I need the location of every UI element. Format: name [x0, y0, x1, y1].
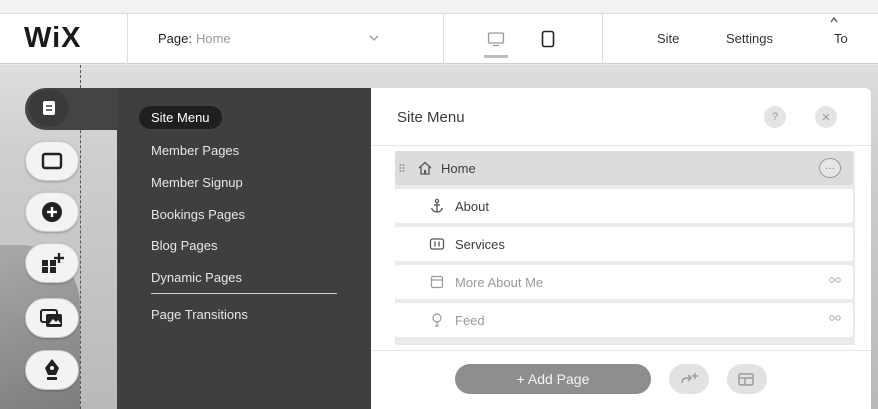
pages-category-menu: Site Menu Member Pages Member Signup Boo…: [117, 88, 371, 409]
add-link-icon: [681, 373, 698, 384]
close-button[interactable]: ✕: [815, 106, 837, 128]
add-folder-icon: [738, 373, 754, 386]
add-apps-button[interactable]: [25, 243, 79, 283]
services-icon: [429, 238, 445, 250]
menu-item-blog-pages[interactable]: Blog Pages: [151, 238, 218, 253]
page-name: Services: [455, 237, 505, 252]
pages-list: Home ··· About Services More About Me Fe…: [395, 151, 855, 345]
page-name: More About Me: [455, 275, 544, 290]
mobile-icon: [541, 30, 555, 47]
hidden-eye-icon: [829, 277, 841, 283]
add-page-button[interactable]: + Add Page: [455, 364, 651, 394]
blog-icon: [45, 359, 59, 380]
add-link-button[interactable]: [669, 364, 709, 394]
desktop-view-button[interactable]: [482, 14, 510, 64]
add-folder-button[interactable]: [727, 364, 767, 394]
menu-item-member-pages[interactable]: Member Pages: [151, 143, 239, 158]
feed-icon: [432, 313, 442, 327]
pages-icon: [43, 101, 55, 115]
site-menu-panel: Site Menu ? ✕ Home ··· About Services Mo…: [371, 88, 871, 409]
background-button[interactable]: [25, 141, 79, 181]
menu-item-page-transitions[interactable]: Page Transitions: [151, 307, 248, 322]
desktop-icon: [487, 31, 505, 46]
help-icon: ?: [771, 111, 779, 123]
page-actions-button[interactable]: ···: [819, 158, 841, 178]
menu-item-bookings-pages[interactable]: Bookings Pages: [151, 207, 245, 222]
page-row-services[interactable]: Services: [395, 227, 853, 261]
page-row-home[interactable]: Home ···: [395, 151, 853, 185]
top-menu: Site Settings To: [602, 13, 848, 64]
page-icon: [430, 275, 444, 289]
page-row-more-about-me[interactable]: More About Me: [395, 265, 853, 299]
hidden-eye-icon: [829, 315, 841, 321]
blog-button[interactable]: [25, 350, 79, 390]
page-name: About: [455, 199, 489, 214]
page-selector-label: Page:: [158, 31, 192, 46]
panel-title: Site Menu: [397, 109, 465, 126]
mobile-view-button[interactable]: [534, 14, 562, 64]
pages-button[interactable]: [29, 90, 69, 126]
panel-footer-divider: [371, 350, 871, 351]
panel-header-divider: [371, 145, 871, 146]
help-button[interactable]: ?: [764, 106, 786, 128]
left-tool-rail: [17, 80, 117, 409]
page-row-about[interactable]: About: [395, 189, 853, 223]
browser-top-strip: [0, 0, 878, 14]
add-apps-icon: [42, 253, 64, 273]
menu-item-member-signup[interactable]: Member Signup: [151, 175, 243, 190]
page-name: Feed: [455, 313, 485, 328]
anchor-icon: [430, 198, 444, 213]
media-icon: [40, 309, 62, 327]
background-icon: [41, 152, 63, 170]
wix-logo[interactable]: WiX: [0, 13, 128, 64]
menu-item-dynamic-pages[interactable]: Dynamic Pages: [151, 270, 242, 285]
page-name: Home: [441, 161, 476, 176]
add-button[interactable]: [25, 192, 79, 232]
menu-site[interactable]: Site: [602, 13, 722, 64]
page-row-feed[interactable]: Feed: [395, 303, 853, 337]
media-button[interactable]: [25, 298, 79, 338]
collapse-caret-icon[interactable]: [829, 16, 839, 24]
drag-handle-icon[interactable]: [399, 163, 405, 173]
editor-top-bar: WiX Page: Home Site Settings To: [0, 13, 878, 64]
menu-item-site-menu[interactable]: Site Menu: [139, 106, 222, 129]
add-icon: [42, 202, 62, 222]
page-selector-value: Home: [195, 31, 231, 46]
more-icon: ···: [825, 162, 835, 174]
page-selector[interactable]: Page: Home: [128, 13, 444, 64]
chevron-down-icon: [369, 35, 379, 41]
close-icon: ✕: [821, 111, 831, 124]
device-switcher: [482, 14, 562, 64]
home-icon: [418, 161, 432, 175]
menu-settings[interactable]: Settings: [722, 14, 822, 64]
menu-divider: [151, 293, 337, 294]
